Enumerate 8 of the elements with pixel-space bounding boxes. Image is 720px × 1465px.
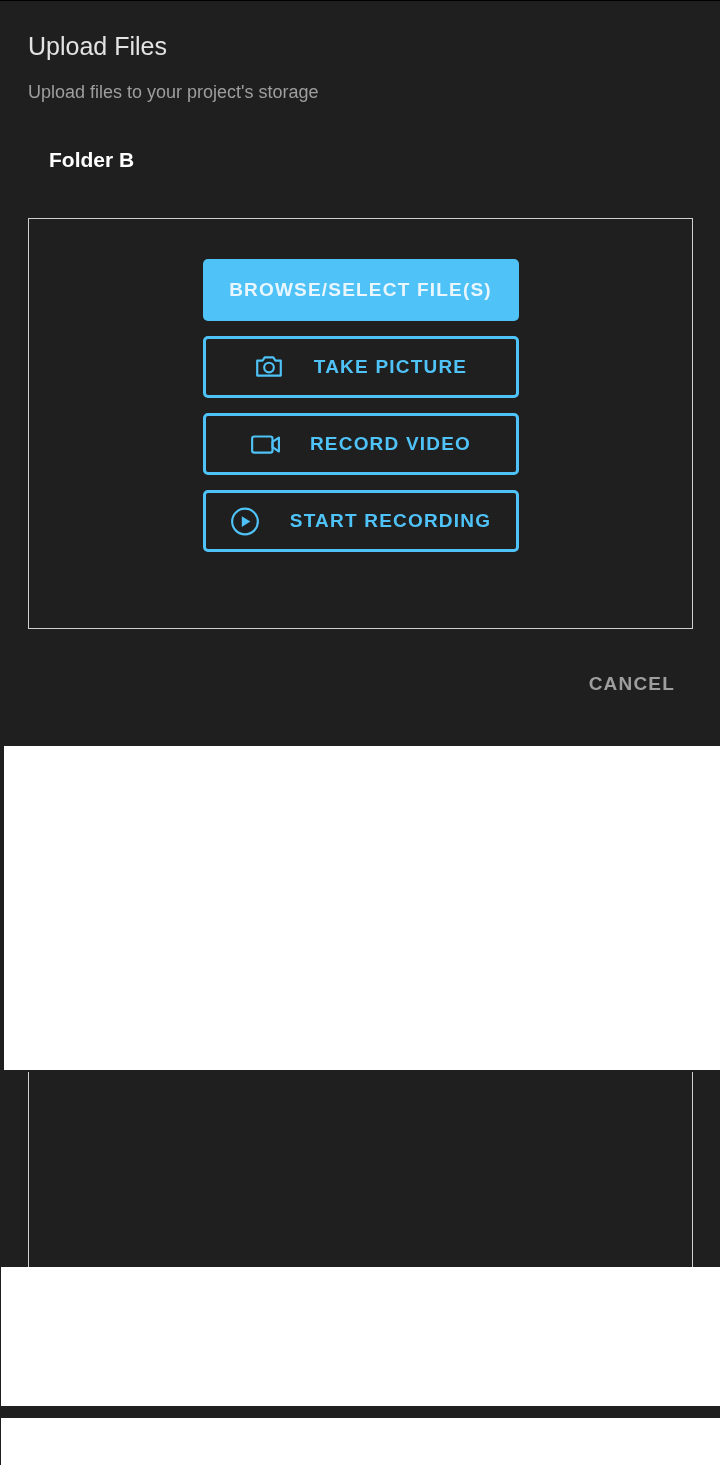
play-circle-icon bbox=[229, 506, 260, 536]
cancel-button[interactable]: CANCEL bbox=[588, 672, 675, 696]
upload-option-button[interactable]: TAKE PICTURE bbox=[202, 336, 519, 398]
upload-option-button[interactable]: RECORD VIDEO bbox=[202, 413, 519, 475]
dialog-subtitle: Upload files to your project's storage bbox=[28, 81, 320, 104]
upload-option-button[interactable]: START RECORDING bbox=[202, 490, 519, 552]
dialog-title: Upload Files bbox=[28, 31, 168, 61]
folder-name: Folder B bbox=[49, 147, 135, 173]
